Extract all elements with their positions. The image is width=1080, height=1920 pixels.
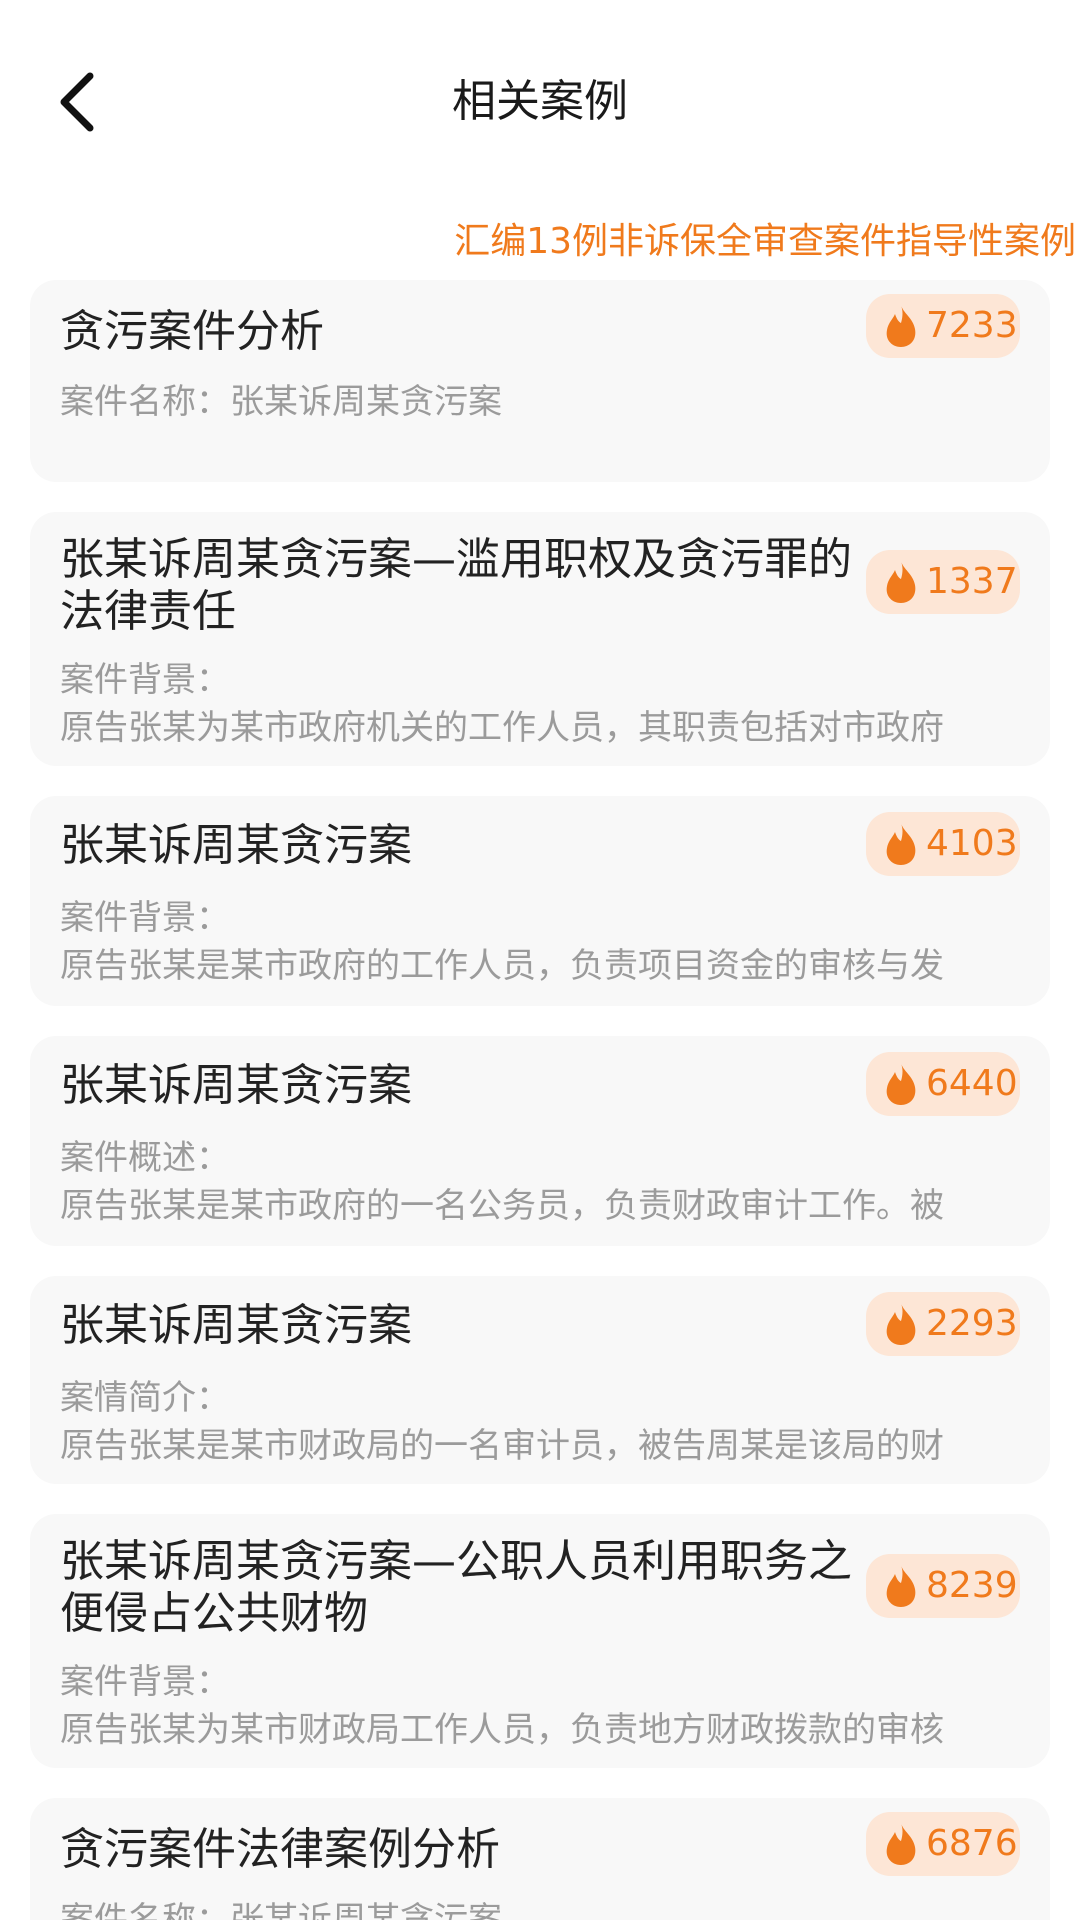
case-title: 张某诉周某贪污案 (60, 1300, 412, 1351)
case-summary-label: 案件背景： (60, 1662, 230, 1702)
case-card[interactable]: 张某诉周某贪污案—公职人员利用职务之便侵占公共财物 案件背景： 原告张某为某市财… (30, 1514, 1050, 1768)
case-card[interactable]: 张某诉周某贪污案 案情简介： 原告张某是某市财政局的一名审计员，被告周某是该局的… (30, 1276, 1050, 1484)
case-title: 张某诉周某贪污案 (60, 1060, 412, 1111)
case-card[interactable]: 张某诉周某贪污案 案件概述： 原告张某是某市政府的一名公务员，负责财政审计工作。… (30, 1036, 1050, 1246)
hot-count: 8239 (926, 1565, 1018, 1606)
hot-count-badge: 4103 (866, 812, 1020, 876)
hot-count-badge: 7233 (866, 294, 1020, 358)
case-summary-label: 案件名称：张某诉周某贪污案 (60, 1900, 502, 1920)
promo-banner-link[interactable]: 汇编13例非诉保全审查案件指导性案例 (454, 218, 1076, 266)
case-title: 张某诉周某贪污案 (60, 820, 412, 871)
hot-count: 6876 (926, 1823, 1018, 1864)
hot-count: 4103 (926, 823, 1018, 864)
hot-count-badge: 1337 (866, 550, 1020, 614)
case-card[interactable]: 张某诉周某贪污案 案件背景： 原告张某是某市政府的工作人员，负责项目资金的审核与… (30, 796, 1050, 1006)
hot-count: 7233 (926, 305, 1018, 346)
hot-count: 6440 (926, 1063, 1018, 1104)
fire-icon (886, 1303, 916, 1345)
case-summary-text: 原告张某为某市财政局工作人员，负责地方财政拨款的审核 (60, 1710, 944, 1750)
case-title: 张某诉周某贪污案—公职人员利用职务之便侵占公共财物 (60, 1536, 852, 1639)
header-bar: 相关案例 (0, 0, 1080, 200)
hot-count-badge: 2293 (866, 1292, 1020, 1356)
case-summary-label: 案情简介： (60, 1378, 230, 1418)
case-summary-text: 原告张某是某市政府的一名公务员，负责财政审计工作。被 (60, 1186, 944, 1226)
case-summary-label: 案件名称：张某诉周某贪污案 (60, 382, 502, 422)
case-title: 贪污案件分析 (60, 306, 324, 357)
fire-icon (886, 1063, 916, 1105)
fire-icon (886, 823, 916, 865)
case-card[interactable]: 张某诉周某贪污案—滥用职权及贪污罪的法律责任 案件背景： 原告张某为某市政府机关… (30, 512, 1050, 766)
hot-count-badge: 8239 (866, 1554, 1020, 1618)
fire-icon (886, 1823, 916, 1865)
hot-count: 1337 (926, 561, 1018, 602)
fire-icon (886, 1565, 916, 1607)
case-summary-label: 案件背景： (60, 898, 230, 938)
hot-count-badge: 6440 (866, 1052, 1020, 1116)
case-summary-text: 原告张某是某市财政局的一名审计员，被告周某是该局的财 (60, 1426, 944, 1466)
case-card[interactable]: 贪污案件分析 案件名称：张某诉周某贪污案 7233 (30, 280, 1050, 482)
hot-count-badge: 6876 (866, 1812, 1020, 1876)
case-card[interactable]: 贪污案件法律案例分析 案件名称：张某诉周某贪污案 6876 (30, 1798, 1050, 1920)
case-summary-text: 原告张某是某市政府的工作人员，负责项目资金的审核与发 (60, 946, 944, 986)
case-summary-text: 原告张某为某市政府机关的工作人员，其职责包括对市政府 (60, 708, 944, 748)
case-title: 张某诉周某贪污案—滥用职权及贪污罪的法律责任 (60, 534, 852, 637)
hot-count: 2293 (926, 1303, 1018, 1344)
case-title: 贪污案件法律案例分析 (60, 1824, 500, 1875)
case-summary-label: 案件背景： (60, 660, 230, 700)
case-summary-label: 案件概述： (60, 1138, 230, 1178)
fire-icon (886, 305, 916, 347)
fire-icon (886, 561, 916, 603)
page-title: 相关案例 (452, 76, 628, 127)
